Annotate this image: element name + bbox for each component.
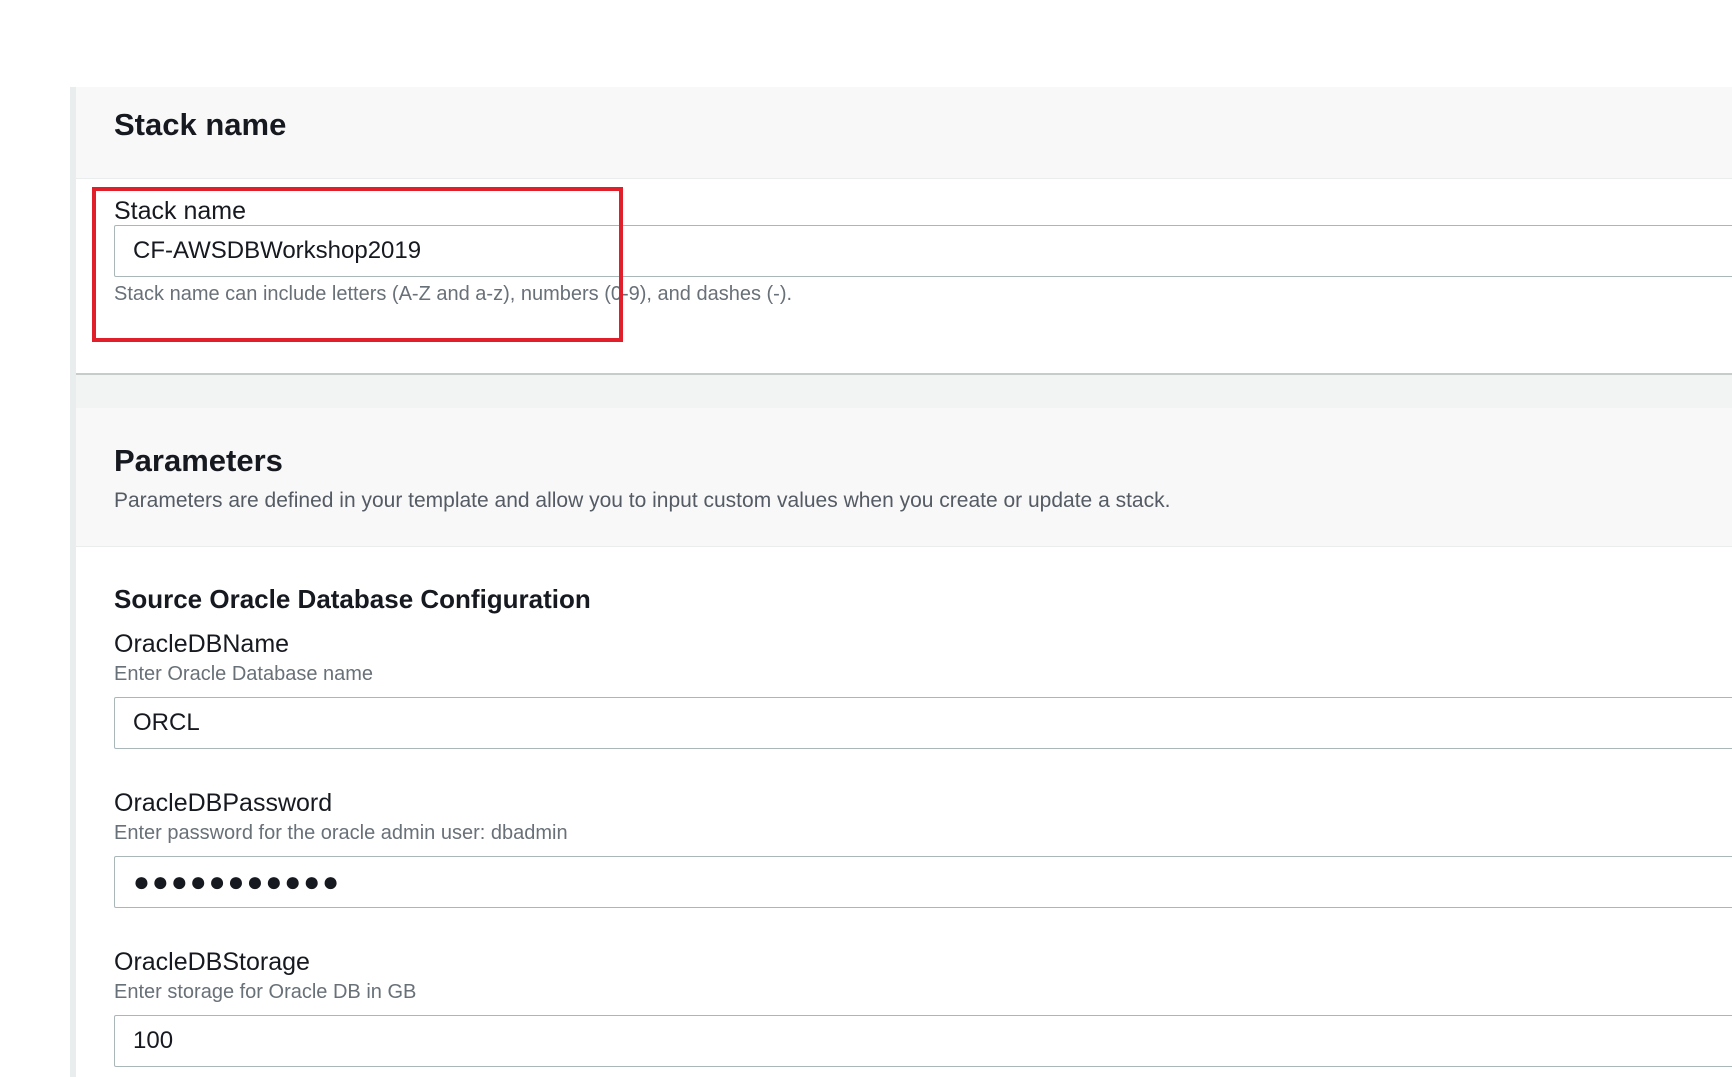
- oracle-db-password-description: Enter password for the oracle admin user…: [114, 822, 568, 844]
- oracle-db-name-input[interactable]: [114, 697, 1732, 749]
- source-oracle-section-title: Source Oracle Database Configuration: [114, 584, 591, 614]
- parameters-panel-description: Parameters are defined in your template …: [114, 489, 1171, 512]
- oracle-db-storage-description: Enter storage for Oracle DB in GB: [114, 981, 417, 1003]
- cloudformation-stack-details-page: Stack name Stack name Stack name can inc…: [0, 0, 1732, 1077]
- panel-gap: [76, 375, 1732, 408]
- oracle-db-storage-input[interactable]: [114, 1015, 1732, 1067]
- stack-name-panel: Stack name Stack name Stack name can inc…: [76, 87, 1732, 375]
- oracle-db-storage-label: OracleDBStorage: [114, 948, 310, 976]
- oracle-db-name-description: Enter Oracle Database name: [114, 663, 374, 685]
- parameters-panel-title: Parameters: [114, 443, 283, 478]
- oracle-db-name-label: OracleDBName: [114, 630, 290, 658]
- stack-name-panel-header: Stack name: [76, 87, 1732, 179]
- oracle-db-password-label: OracleDBPassword: [114, 789, 333, 817]
- oracle-db-password-input[interactable]: [114, 856, 1732, 908]
- parameters-panel-header: Parameters Parameters are defined in you…: [76, 408, 1732, 547]
- parameters-panel: Parameters Parameters are defined in you…: [76, 408, 1732, 1077]
- stack-name-panel-title: Stack name: [114, 107, 287, 142]
- stack-name-input[interactable]: [114, 225, 1732, 277]
- stack-name-label: Stack name: [114, 197, 247, 225]
- stack-name-constraint-text: Stack name can include letters (A-Z and …: [114, 283, 793, 305]
